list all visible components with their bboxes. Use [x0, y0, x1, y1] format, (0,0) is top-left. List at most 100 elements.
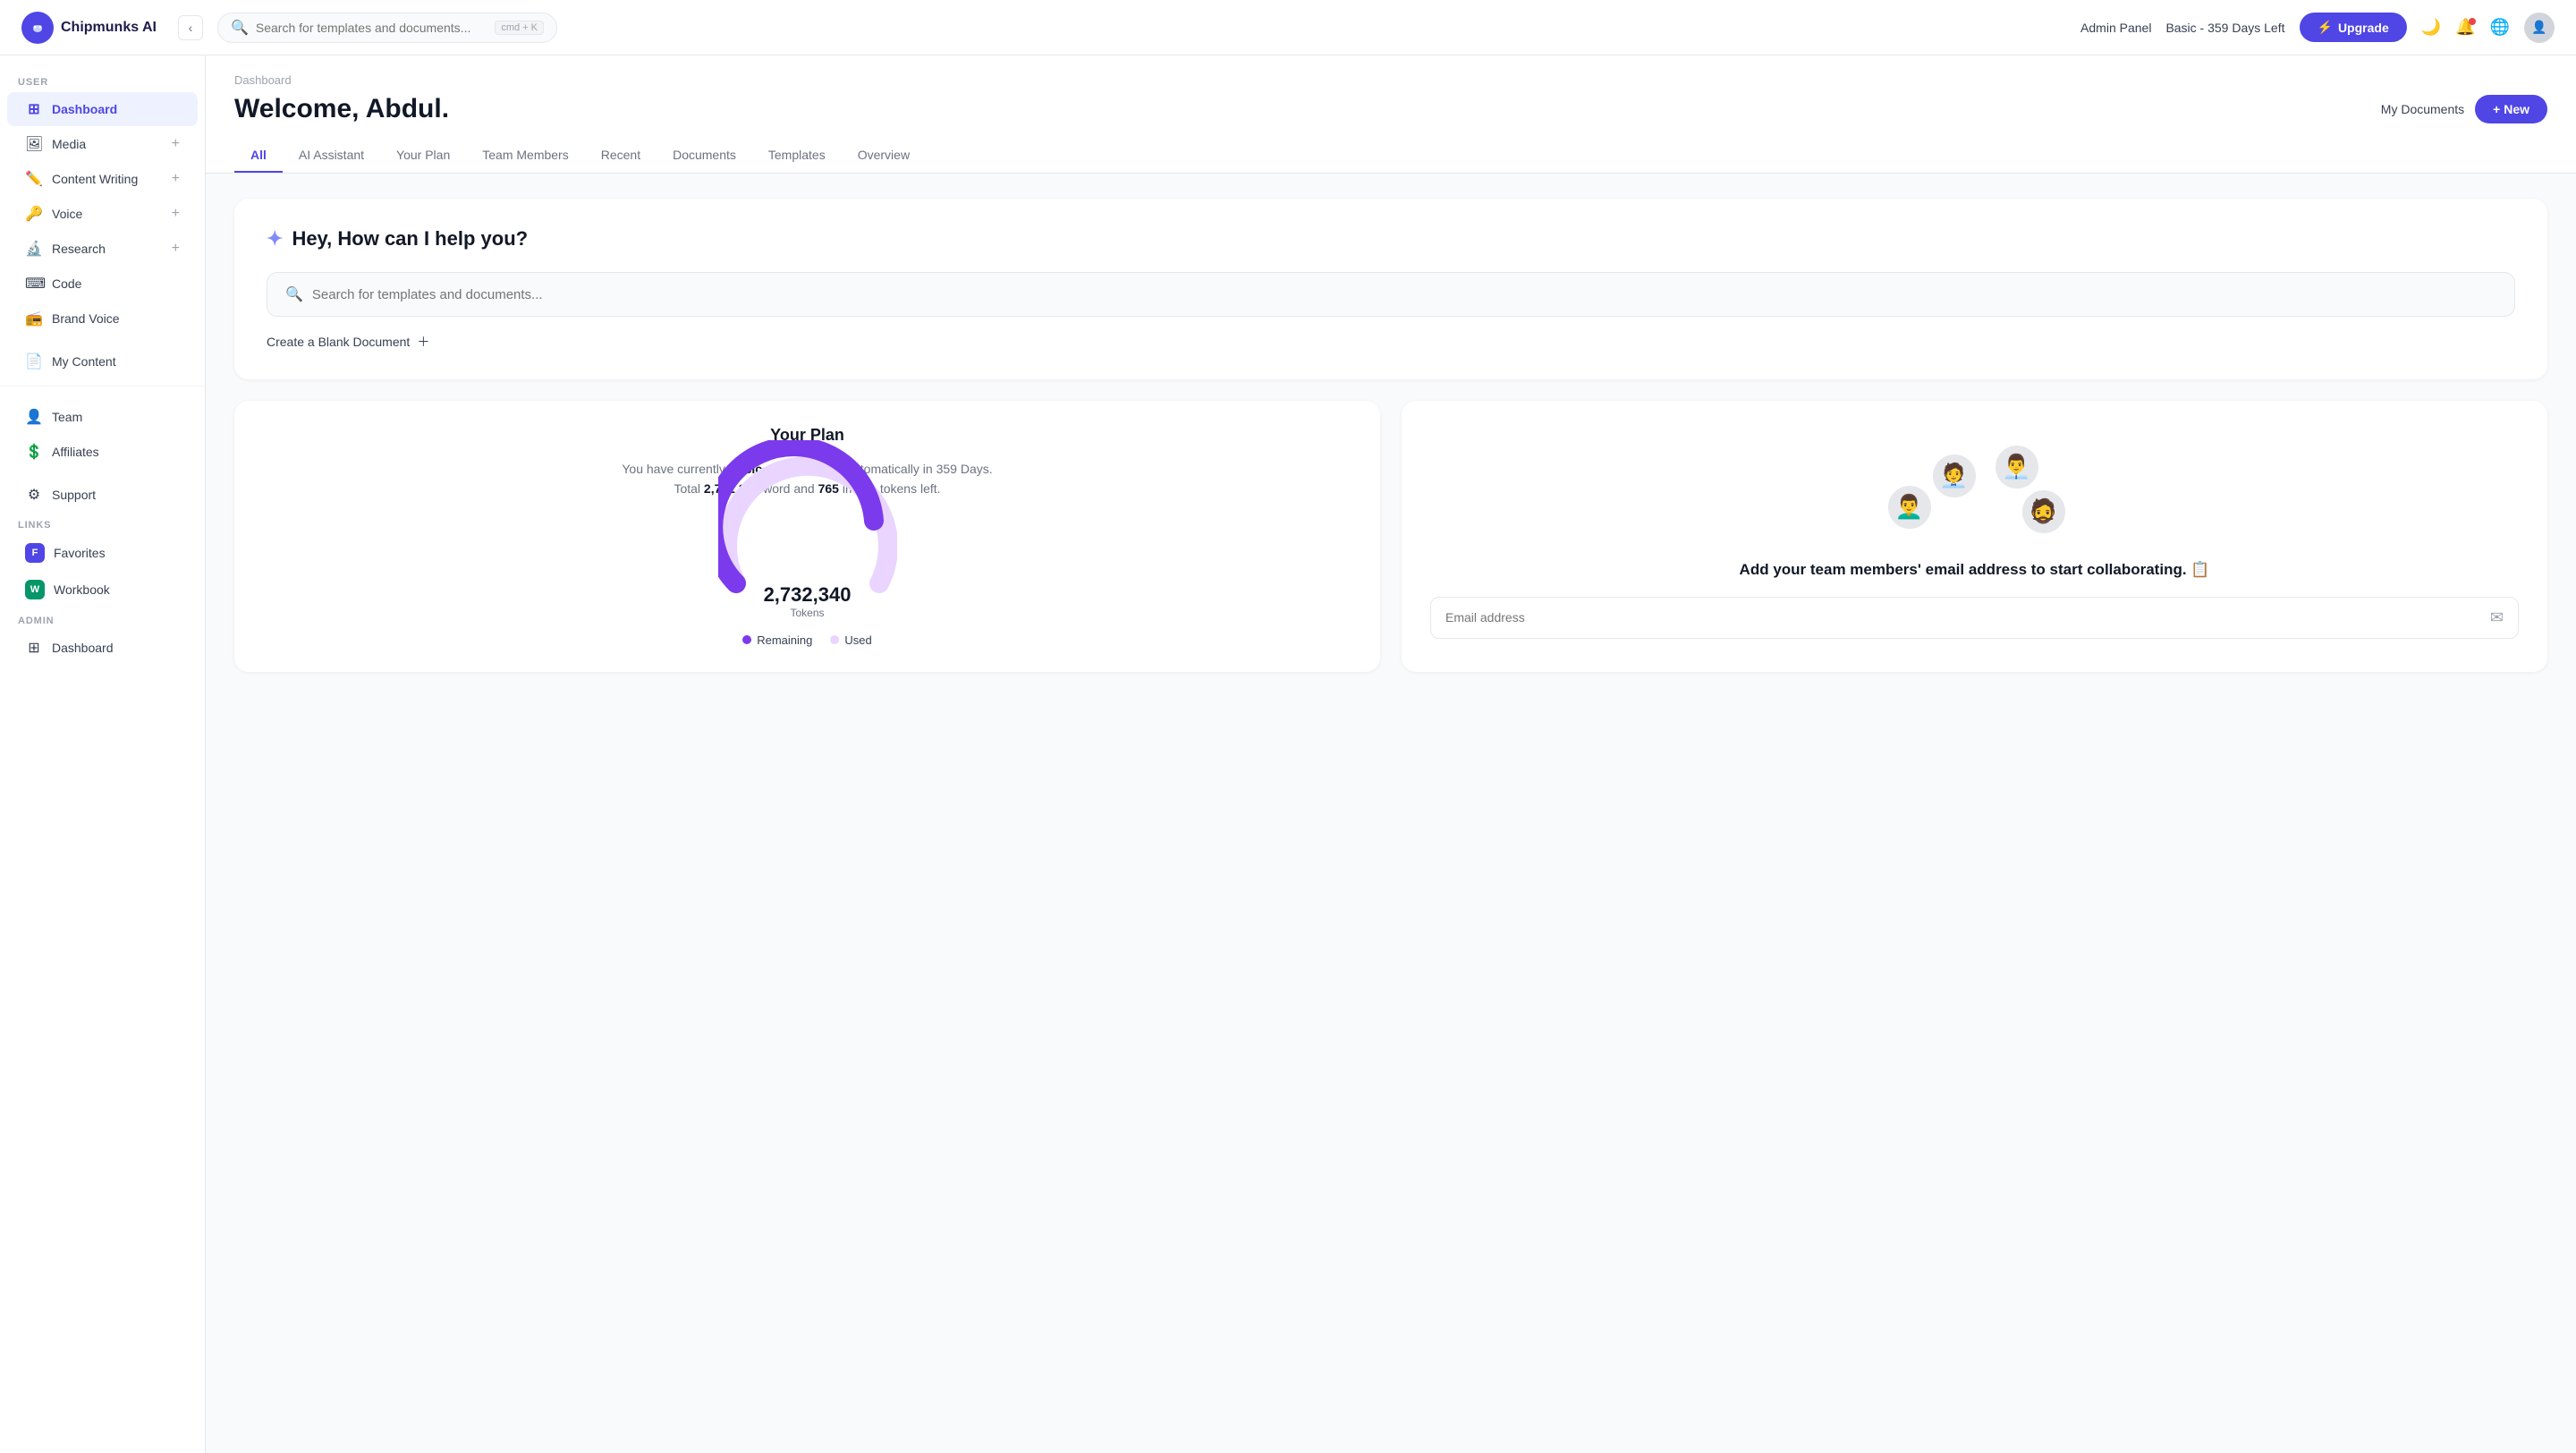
research-icon: 🔬: [25, 240, 43, 258]
sidebar-label-workbook: Workbook: [54, 582, 180, 597]
search-icon: 🔍: [231, 19, 249, 37]
tab-recent[interactable]: Recent: [585, 139, 657, 173]
tab-your-plan[interactable]: Your Plan: [380, 139, 466, 173]
sidebar-item-team[interactable]: 👤 Team: [7, 400, 198, 434]
sidebar-label-brand-voice: Brand Voice: [52, 311, 180, 326]
create-blank-label: Create a Blank Document: [267, 335, 410, 349]
notifications-button[interactable]: 🔔: [2455, 18, 2475, 37]
hero-search-input[interactable]: [312, 287, 2496, 302]
user-section-label: USER: [0, 70, 205, 91]
new-button[interactable]: + New: [2475, 95, 2547, 123]
email-invite-input[interactable]: [1431, 599, 2476, 635]
donut-sub: Tokens: [764, 607, 852, 619]
my-documents-button[interactable]: My Documents: [2381, 102, 2464, 116]
team-avatar-2: 👨‍💼: [1993, 443, 2041, 491]
admin-panel-link[interactable]: Admin Panel: [2080, 21, 2151, 35]
hero-card: ✦ Hey, How can I help you? 🔍 Create a Bl…: [234, 199, 2547, 379]
sidebar-item-dashboard[interactable]: ⊞ Dashboard: [7, 92, 198, 126]
sidebar-label-team: Team: [52, 410, 180, 424]
tokens-donut-chart: 2,732,340 Tokens: [718, 521, 897, 619]
sidebar-label-admin-dashboard: Dashboard: [52, 641, 180, 655]
research-plus-icon: +: [172, 241, 180, 257]
breadcrumb: Dashboard: [234, 73, 2547, 87]
notification-dot: [2469, 18, 2476, 25]
sidebar-label-content-writing: Content Writing: [52, 172, 163, 186]
sidebar-label-voice: Voice: [52, 207, 163, 221]
app-name: Chipmunks AI: [61, 20, 157, 36]
sidebar-label-code: Code: [52, 276, 180, 291]
search-shortcut: cmd + K: [495, 21, 544, 35]
legend-remaining: Remaining: [742, 633, 812, 647]
dark-mode-button[interactable]: 🌙: [2421, 18, 2441, 37]
tab-team-members[interactable]: Team Members: [466, 139, 584, 173]
hero-heading: ✦ Hey, How can I help you?: [267, 227, 2515, 251]
sidebar-item-voice[interactable]: 🔑 Voice +: [7, 197, 198, 231]
sidebar-item-research[interactable]: 🔬 Research +: [7, 232, 198, 266]
sidebar: USER ⊞ Dashboard 🖼 Media + ✏️ Content Wr…: [0, 55, 206, 1453]
sidebar-item-brand-voice[interactable]: 📻 Brand Voice: [7, 302, 198, 336]
donut-number: 2,732,340: [764, 583, 852, 607]
sidebar-label-support: Support: [52, 488, 180, 502]
sidebar-item-code[interactable]: ⌨ Code: [7, 267, 198, 301]
sidebar-toggle-button[interactable]: ‹: [178, 15, 203, 40]
team-avatar-3: 👨‍🦱: [1885, 483, 1934, 531]
team-avatar-4: 🧔: [2020, 488, 2068, 536]
media-plus-icon: +: [172, 136, 180, 152]
search-bar: 🔍 cmd + K: [217, 13, 557, 43]
sidebar-item-favorites[interactable]: F Favorites: [7, 535, 198, 571]
content-area: Dashboard Welcome, Abdul. My Documents +…: [206, 55, 2576, 1453]
team-icon: 👤: [25, 408, 43, 426]
tab-overview[interactable]: Overview: [842, 139, 926, 173]
donut-label: 2,732,340 Tokens: [764, 583, 852, 619]
sidebar-item-affiliates[interactable]: 💲 Affiliates: [7, 435, 198, 469]
team-avatar-1: 🧑‍💼: [1930, 452, 1979, 500]
remaining-dot: [742, 635, 751, 644]
content-writing-plus-icon: +: [172, 171, 180, 187]
page-title: Welcome, Abdul.: [234, 94, 449, 124]
tab-documents[interactable]: Documents: [657, 139, 752, 173]
sidebar-item-admin-dashboard[interactable]: ⊞ Dashboard: [7, 631, 198, 665]
voice-plus-icon: +: [172, 206, 180, 222]
upgrade-button[interactable]: ⚡ Upgrade: [2300, 13, 2407, 42]
workbook-badge: W: [25, 580, 45, 599]
sidebar-item-workbook[interactable]: W Workbook: [7, 572, 198, 608]
page-actions: My Documents + New: [2381, 95, 2547, 123]
search-input[interactable]: [256, 21, 487, 35]
logo: Chipmunks AI: [21, 12, 157, 44]
sidebar-label-affiliates: Affiliates: [52, 445, 180, 459]
sidebar-item-media[interactable]: 🖼 Media +: [7, 127, 198, 161]
plan-legend: Remaining Used: [263, 633, 1352, 647]
team-card-heading: Add your team members' email address to …: [1740, 559, 2210, 581]
sparkle-icon: ✦: [267, 227, 283, 251]
hero-search-icon: 🔍: [285, 285, 303, 303]
page-header: Dashboard Welcome, Abdul. My Documents +…: [206, 55, 2576, 174]
create-blank-button[interactable]: Create a Blank Document ＋: [267, 333, 2515, 351]
plan-label: Basic - 359 Days Left: [2165, 21, 2284, 35]
main-body: ✦ Hey, How can I help you? 🔍 Create a Bl…: [206, 174, 2576, 697]
topnav: Chipmunks AI ‹ 🔍 cmd + K Admin Panel Bas…: [0, 0, 2576, 55]
tab-all[interactable]: All: [234, 139, 283, 173]
sidebar-item-my-content[interactable]: 📄 My Content: [7, 344, 198, 378]
email-send-button[interactable]: ✉: [2476, 598, 2518, 638]
links-section-label: LINKS: [0, 513, 205, 534]
admin-dashboard-icon: ⊞: [25, 639, 43, 657]
team-avatars: 🧑‍💼 👨‍💼 👨‍🦱 🧔 👨‍🦳: [1859, 434, 2091, 541]
hero-search-bar: 🔍: [267, 272, 2515, 317]
sidebar-label-my-content: My Content: [52, 354, 180, 369]
tabs: All AI Assistant Your Plan Team Members …: [234, 139, 2547, 173]
sidebar-label-research: Research: [52, 242, 163, 256]
tab-ai-assistant[interactable]: AI Assistant: [283, 139, 380, 173]
main-layout: USER ⊞ Dashboard 🖼 Media + ✏️ Content Wr…: [0, 55, 2576, 1453]
sidebar-label-favorites: Favorites: [54, 546, 180, 560]
sidebar-item-content-writing[interactable]: ✏️ Content Writing +: [7, 162, 198, 196]
language-button[interactable]: 🌐: [2490, 18, 2510, 37]
media-icon: 🖼: [25, 135, 43, 153]
tab-templates[interactable]: Templates: [752, 139, 842, 173]
user-avatar[interactable]: 👤: [2524, 13, 2555, 43]
legend-used: Used: [830, 633, 871, 647]
create-plus-icon: ＋: [417, 333, 429, 351]
cards-row: Your Plan You have currently Basic plan.…: [234, 401, 2547, 672]
voice-icon: 🔑: [25, 205, 43, 223]
sidebar-item-support[interactable]: ⚙ Support: [7, 478, 198, 512]
brand-voice-icon: 📻: [25, 310, 43, 327]
